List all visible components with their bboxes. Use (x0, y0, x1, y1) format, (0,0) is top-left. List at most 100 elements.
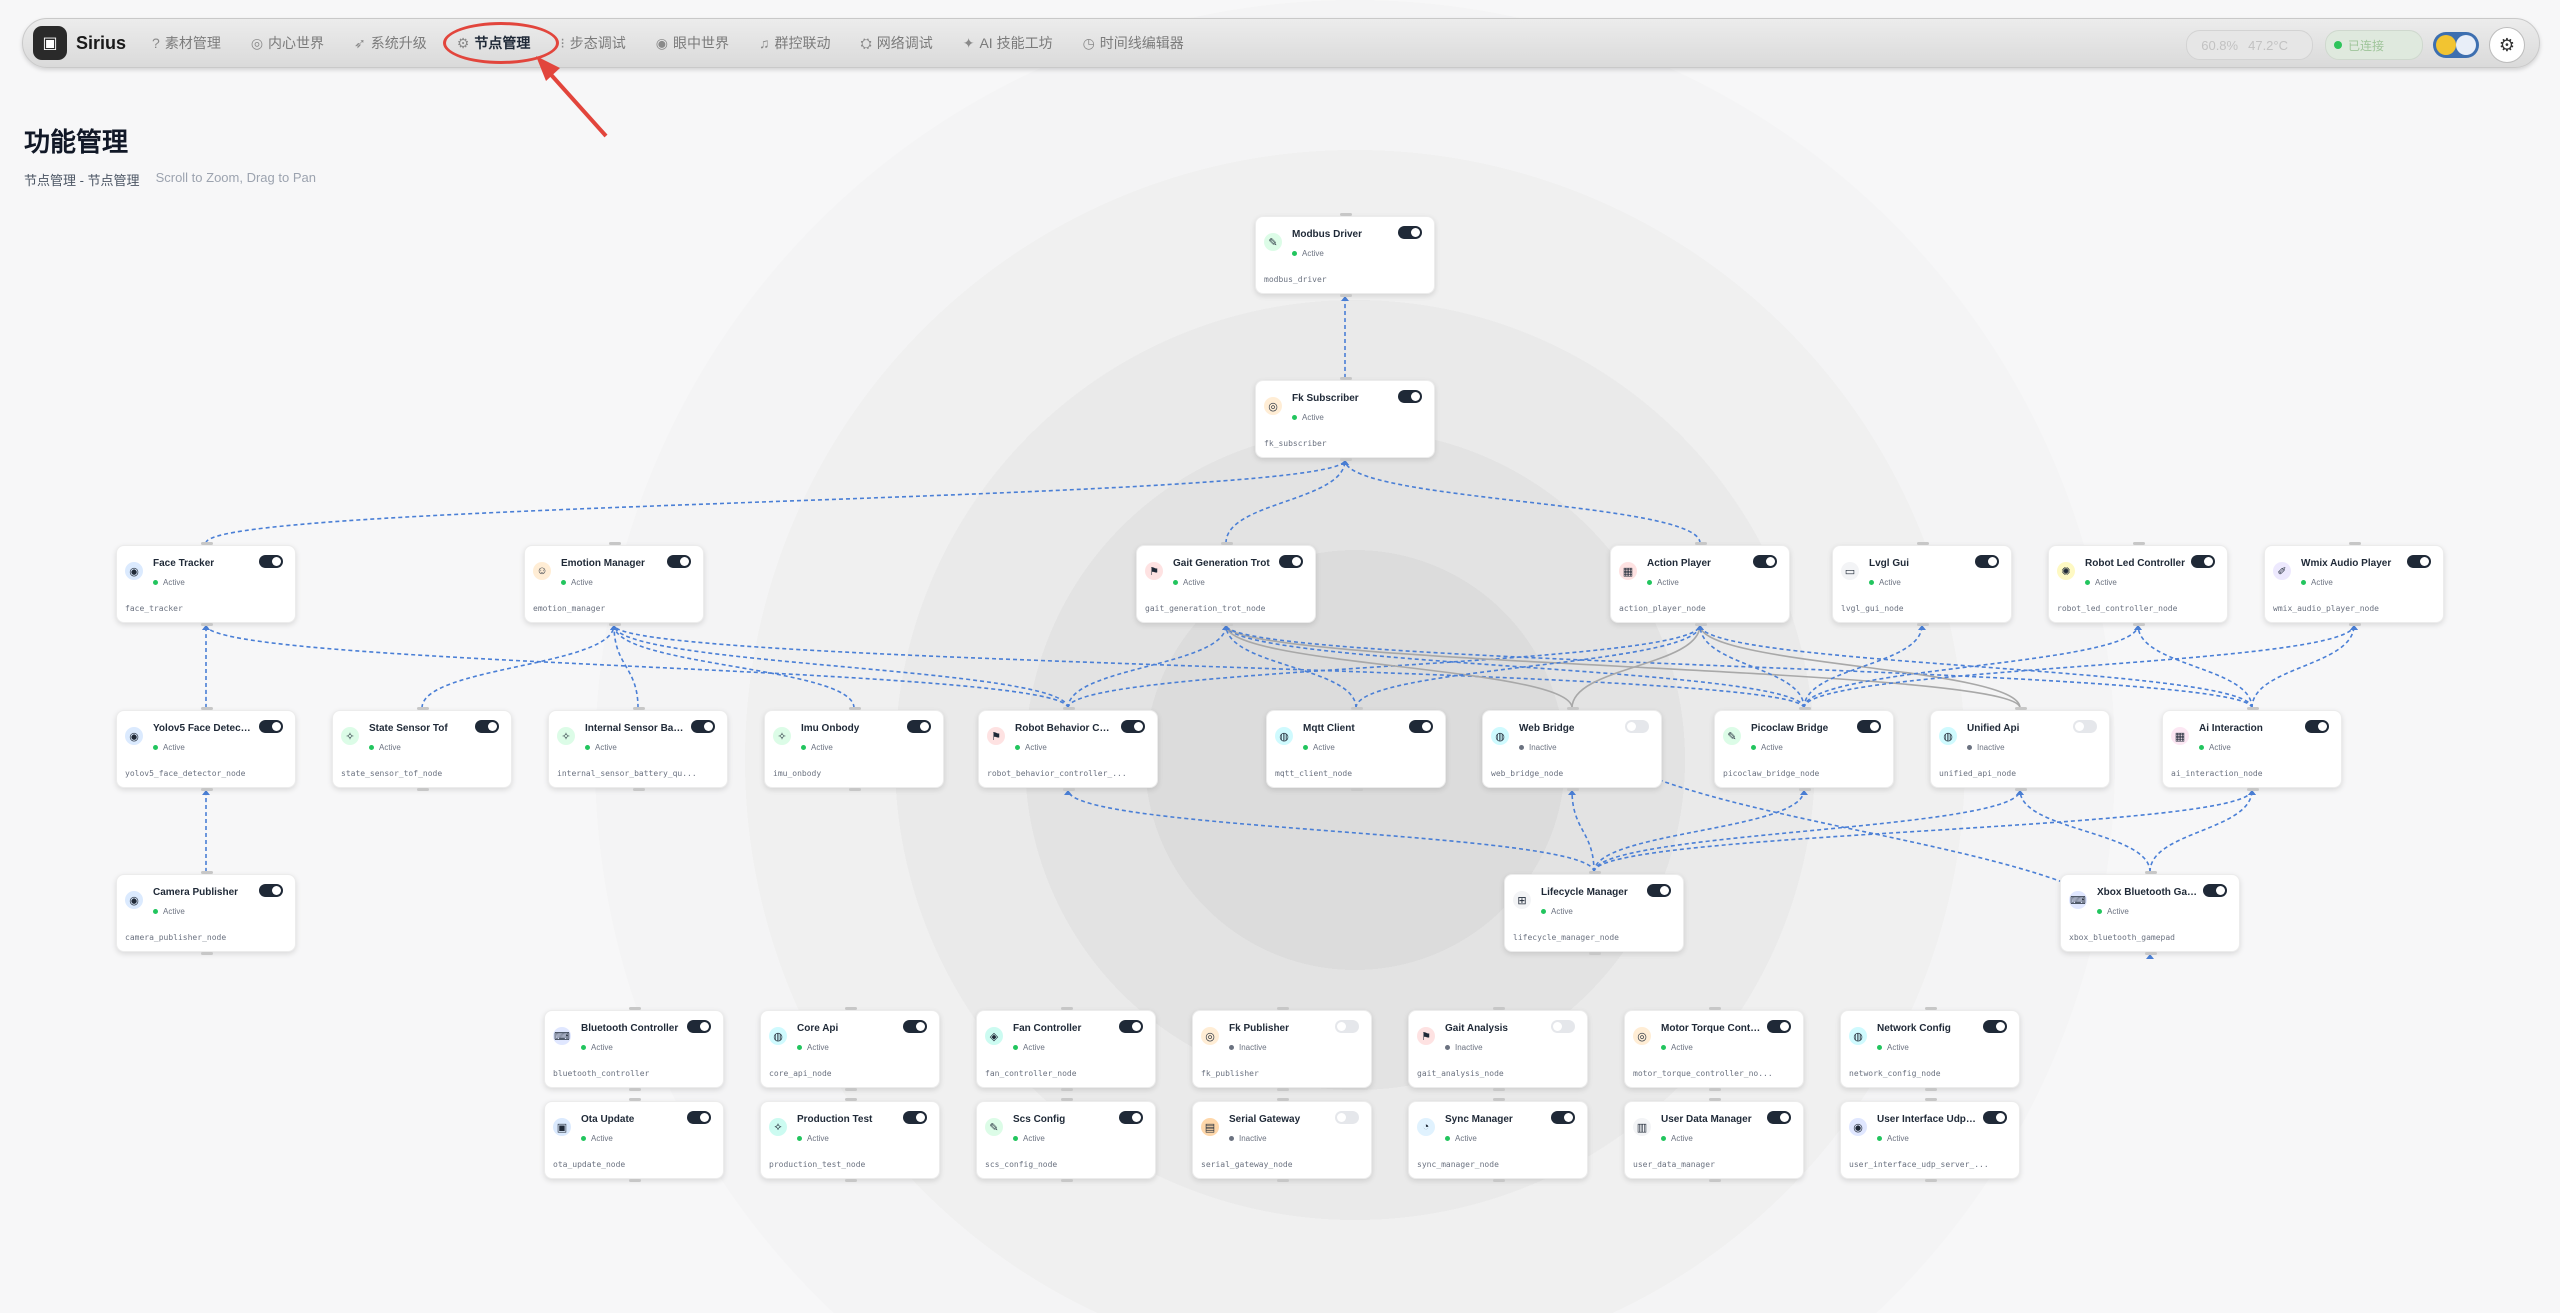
input-handle[interactable] (629, 1098, 641, 1101)
output-handle[interactable] (201, 952, 213, 955)
node-card-sync[interactable]: ◔ Sync Manager Active sync_manager_node (1408, 1098, 1588, 1182)
output-handle[interactable] (629, 1088, 641, 1091)
output-handle[interactable] (1709, 1179, 1721, 1182)
output-handle[interactable] (1493, 1179, 1505, 1182)
node-card-fan[interactable]: ◈ Fan Controller Active fan_controller_node (976, 1007, 1156, 1091)
node-enable-toggle[interactable] (259, 884, 283, 897)
node-enable-toggle[interactable] (1121, 720, 1145, 733)
node-enable-toggle[interactable] (2203, 884, 2227, 897)
output-handle[interactable] (1925, 1179, 1937, 1182)
input-handle[interactable] (849, 707, 861, 710)
node-enable-toggle[interactable] (1398, 226, 1422, 239)
output-handle[interactable] (1221, 623, 1233, 626)
input-handle[interactable] (1589, 871, 1601, 874)
input-handle[interactable] (1917, 542, 1929, 545)
node-enable-toggle[interactable] (1119, 1020, 1143, 1033)
node-card-led[interactable]: ✺ Robot Led Controller Active robot_led_con… (2048, 542, 2228, 626)
node-card-userdata[interactable]: ▥ User Data Manager Active user_data_manage… (1624, 1098, 1804, 1182)
output-handle[interactable] (1277, 1179, 1289, 1182)
input-handle[interactable] (1493, 1007, 1505, 1010)
node-enable-toggle[interactable] (2305, 720, 2329, 733)
output-handle[interactable] (1709, 1088, 1721, 1091)
input-handle[interactable] (1340, 213, 1352, 216)
output-handle[interactable] (849, 788, 861, 791)
input-handle[interactable] (1709, 1007, 1721, 1010)
input-handle[interactable] (1567, 707, 1579, 710)
node-card-web[interactable]: ◍ Web Bridge Inactive web_bridge_node (1482, 707, 1662, 791)
node-enable-toggle[interactable] (1398, 390, 1422, 403)
node-card-uiudp[interactable]: ◉ User Interface Udp Server Active user_int… (1840, 1098, 2020, 1182)
input-handle[interactable] (1925, 1098, 1937, 1101)
input-handle[interactable] (1221, 542, 1233, 545)
node-card-gait-gen[interactable]: ⚑ Gait Generation Trot Active gait_generati… (1136, 542, 1316, 626)
node-enable-toggle[interactable] (2073, 720, 2097, 733)
node-card-fk-sub[interactable]: ◎ Fk Subscriber Active fk_subscriber (1255, 377, 1435, 461)
node-enable-toggle[interactable] (1983, 1020, 2007, 1033)
node-enable-toggle[interactable] (1857, 720, 1881, 733)
output-handle[interactable] (201, 788, 213, 791)
node-card-yolo[interactable]: ◉ Yolov5 Face Detector Active yolov5_face_d… (116, 707, 296, 791)
output-handle[interactable] (1917, 623, 1929, 626)
input-handle[interactable] (1061, 1007, 1073, 1010)
node-enable-toggle[interactable] (475, 720, 499, 733)
node-enable-toggle[interactable] (1625, 720, 1649, 733)
node-card-bt[interactable]: ⌨ Bluetooth Controller Active bluetooth_con… (544, 1007, 724, 1091)
output-handle[interactable] (1063, 788, 1075, 791)
node-enable-toggle[interactable] (903, 1020, 927, 1033)
node-enable-toggle[interactable] (1753, 555, 1777, 568)
output-handle[interactable] (1277, 1088, 1289, 1091)
input-handle[interactable] (201, 871, 213, 874)
input-handle[interactable] (2133, 542, 2145, 545)
output-handle[interactable] (1695, 623, 1707, 626)
node-card-gait-analysis[interactable]: ⚑ Gait Analysis Inactive gait_analysis_node (1408, 1007, 1588, 1091)
output-handle[interactable] (201, 623, 213, 626)
node-enable-toggle[interactable] (1335, 1111, 1359, 1124)
node-enable-toggle[interactable] (1767, 1020, 1791, 1033)
node-enable-toggle[interactable] (1551, 1020, 1575, 1033)
output-handle[interactable] (1925, 1088, 1937, 1091)
node-enable-toggle[interactable] (1647, 884, 1671, 897)
input-handle[interactable] (1063, 707, 1075, 710)
input-handle[interactable] (1340, 377, 1352, 380)
node-card-fk-pub[interactable]: ◎ Fk Publisher Inactive fk_publisher (1192, 1007, 1372, 1091)
node-card-emotion[interactable]: ☺ Emotion Manager Active emotion_manager (524, 542, 704, 626)
node-enable-toggle[interactable] (667, 555, 691, 568)
node-enable-toggle[interactable] (2407, 555, 2431, 568)
input-handle[interactable] (845, 1007, 857, 1010)
node-card-imu[interactable]: ✧ Imu Onbody Active imu_onbody (764, 707, 944, 791)
node-enable-toggle[interactable] (1335, 1020, 1359, 1033)
node-enable-toggle[interactable] (1975, 555, 1999, 568)
output-handle[interactable] (845, 1179, 857, 1182)
output-handle[interactable] (1351, 788, 1363, 791)
node-enable-toggle[interactable] (687, 1111, 711, 1124)
node-enable-toggle[interactable] (1551, 1111, 1575, 1124)
input-handle[interactable] (1351, 707, 1363, 710)
node-card-prodtest[interactable]: ⟡ Production Test Active production_test_no… (760, 1098, 940, 1182)
node-card-camera[interactable]: ◉ Camera Publisher Active camera_publisher_… (116, 871, 296, 955)
input-handle[interactable] (201, 707, 213, 710)
input-handle[interactable] (1061, 1098, 1073, 1101)
node-enable-toggle[interactable] (691, 720, 715, 733)
node-card-battery[interactable]: ✧ Internal Sensor Battery Q... Active inter… (548, 707, 728, 791)
node-enable-toggle[interactable] (907, 720, 931, 733)
output-handle[interactable] (633, 788, 645, 791)
output-handle[interactable] (2145, 952, 2157, 955)
output-handle[interactable] (1340, 294, 1352, 297)
node-card-lvgl[interactable]: ▭ Lvgl Gui Active lvgl_gui_node (1832, 542, 2012, 626)
node-card-xbox[interactable]: ⌨ Xbox Bluetooth Gamepad Active xbox_blueto… (2060, 871, 2240, 955)
node-enable-toggle[interactable] (1119, 1111, 1143, 1124)
node-enable-toggle[interactable] (1409, 720, 1433, 733)
input-handle[interactable] (1925, 1007, 1937, 1010)
output-handle[interactable] (1567, 788, 1579, 791)
input-handle[interactable] (1277, 1007, 1289, 1010)
node-card-face-tracker[interactable]: ◉ Face Tracker Active face_tracker (116, 542, 296, 626)
output-handle[interactable] (417, 788, 429, 791)
output-handle[interactable] (2015, 788, 2027, 791)
output-handle[interactable] (1061, 1088, 1073, 1091)
input-handle[interactable] (2015, 707, 2027, 710)
output-handle[interactable] (1799, 788, 1811, 791)
input-handle[interactable] (1695, 542, 1707, 545)
node-card-scs[interactable]: ✎ Scs Config Active scs_config_node (976, 1098, 1156, 1182)
node-enable-toggle[interactable] (259, 720, 283, 733)
input-handle[interactable] (629, 1007, 641, 1010)
